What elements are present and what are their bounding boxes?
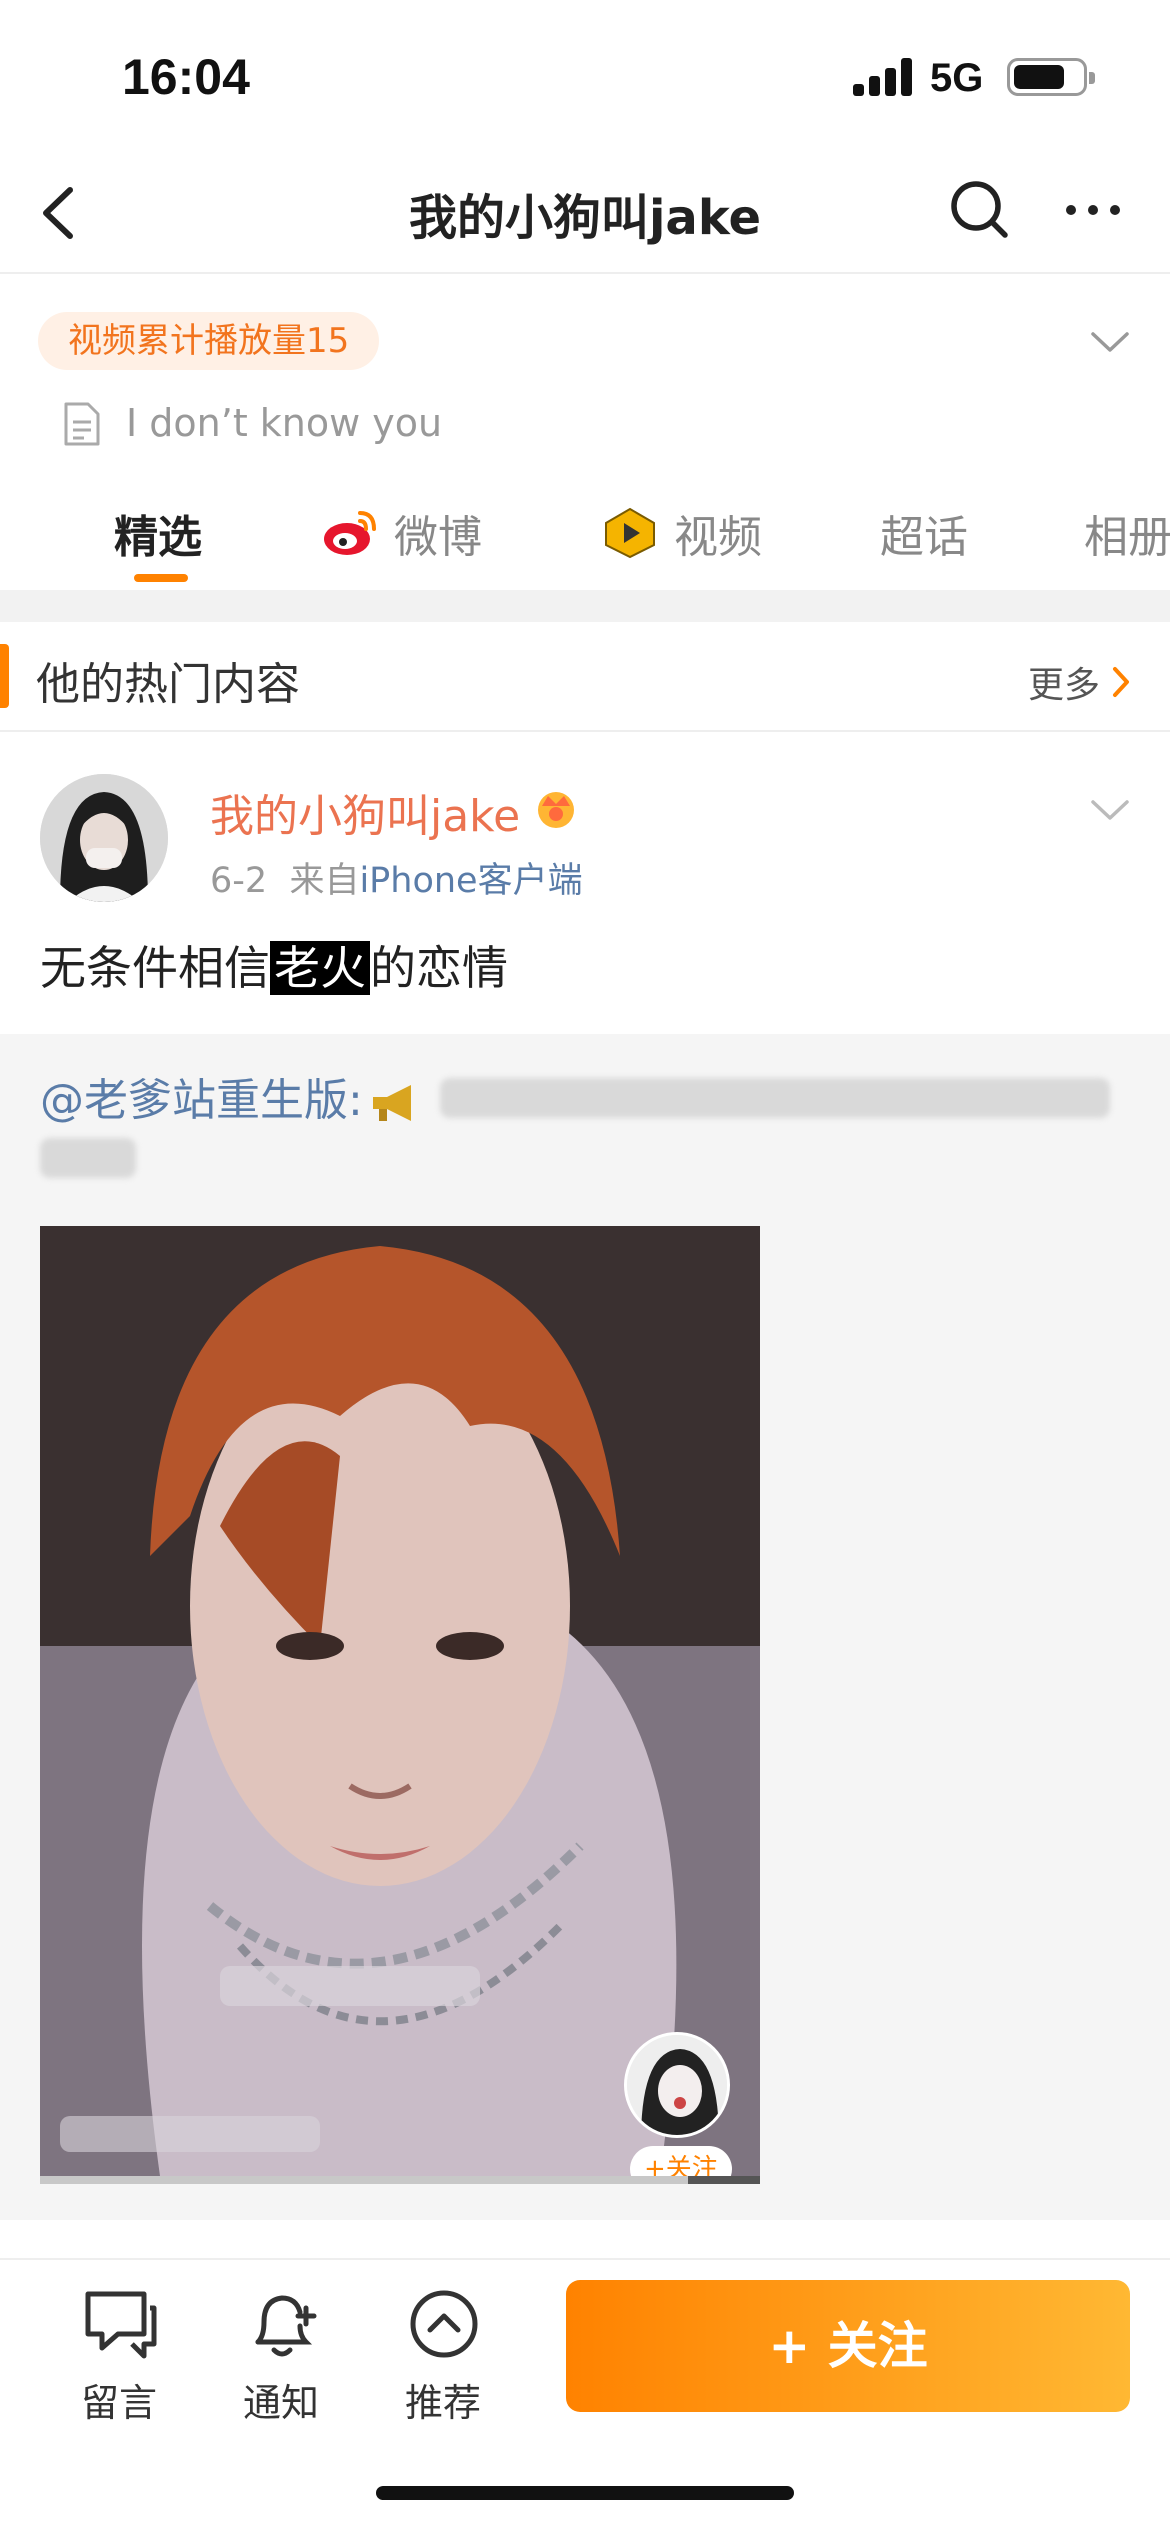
play-count-badge: 视频累计播放量15 bbox=[38, 312, 380, 370]
tab-label: 精选 bbox=[114, 512, 202, 563]
video-follow-chip[interactable]: +关注 bbox=[630, 2146, 732, 2176]
status-time: 16:04 bbox=[122, 49, 250, 105]
search-icon[interactable] bbox=[945, 175, 1015, 245]
chevron-down-icon[interactable] bbox=[1087, 322, 1133, 362]
nav-bar: 我的小狗叫jake bbox=[0, 150, 1170, 274]
follow-button[interactable]: + 关注 bbox=[566, 2280, 1130, 2412]
tab-label: 微博 bbox=[394, 512, 482, 563]
video-progress bbox=[40, 2176, 760, 2184]
tab-label: 超话 bbox=[880, 512, 968, 563]
megaphone-icon bbox=[372, 1085, 411, 1121]
video-thumbnail[interactable]: +关注 bbox=[40, 1226, 760, 2176]
repost-card[interactable]: @老爹站重生版: +关注 bbox=[0, 1034, 1170, 2220]
section-accent bbox=[0, 644, 9, 708]
message-icon bbox=[85, 2291, 157, 2359]
bell-icon bbox=[255, 2295, 317, 2357]
post-text-highlight: 老火 bbox=[270, 941, 370, 995]
recommend-label: 推荐 bbox=[404, 2381, 481, 2425]
tab-weibo[interactable]: 微博 bbox=[320, 498, 482, 568]
more-icon[interactable] bbox=[1058, 175, 1128, 245]
battery-icon bbox=[1007, 58, 1095, 96]
avatar[interactable] bbox=[40, 774, 168, 902]
chevron-up-circle-icon bbox=[410, 2290, 478, 2358]
video-icon bbox=[605, 507, 655, 559]
tab-album[interactable]: 相册 bbox=[1084, 498, 1170, 568]
chevron-right-icon[interactable] bbox=[1110, 664, 1132, 700]
post-source-prefix: 来自 bbox=[289, 861, 360, 901]
tab-label: 视频 bbox=[674, 512, 762, 563]
tab-active-indicator bbox=[134, 574, 188, 582]
tab-video[interactable]: 视频 bbox=[600, 498, 762, 568]
post-source[interactable]: iPhone客户端 bbox=[359, 861, 582, 901]
back-icon[interactable] bbox=[28, 178, 98, 248]
comment-label: 留言 bbox=[80, 2381, 157, 2425]
post-text-after: 的恋情 bbox=[370, 941, 508, 995]
post-meta: 6-2 来自iPhone客户端 bbox=[210, 852, 583, 903]
post-text-before: 无条件相信 bbox=[40, 941, 270, 995]
crown-icon bbox=[538, 792, 574, 828]
comment-button[interactable]: 留言 bbox=[64, 2286, 174, 2426]
recommend-button[interactable]: 推荐 bbox=[388, 2286, 498, 2426]
more-link[interactable]: 更多 bbox=[1028, 656, 1100, 708]
weibo-icon bbox=[324, 511, 376, 555]
hot-content-header: 他的热门内容 更多 bbox=[0, 622, 1170, 732]
home-indicator[interactable] bbox=[376, 2486, 794, 2500]
repost-header: @老爹站重生版: bbox=[40, 1064, 423, 1128]
status-bar: 16:04 5G bbox=[0, 0, 1170, 150]
network-type: 5G bbox=[930, 56, 984, 100]
video-creator-avatar[interactable] bbox=[624, 2032, 730, 2138]
tab-super-topic[interactable]: 超话 bbox=[880, 498, 968, 568]
post-username[interactable]: 我的小狗叫jake bbox=[210, 780, 520, 844]
bio-text: I don’t know you bbox=[126, 401, 443, 445]
blurred-text bbox=[40, 1138, 136, 1178]
repost-author[interactable]: @老爹站重生版: bbox=[40, 1075, 363, 1126]
section-title: 他的热门内容 bbox=[36, 659, 300, 710]
chevron-down-icon[interactable] bbox=[1087, 790, 1133, 830]
document-icon bbox=[64, 402, 100, 446]
profile-tabs: 精选 微博 视频 超话 相册 bbox=[0, 480, 1170, 590]
notify-label: 通知 bbox=[242, 2381, 319, 2425]
post-text: 无条件相信老火的恋情 bbox=[40, 938, 508, 998]
tab-featured[interactable]: 精选 bbox=[114, 498, 202, 568]
post-date: 6-2 bbox=[210, 861, 268, 901]
divider bbox=[0, 590, 1170, 622]
bottom-bar: 留言 通知 推荐 + 关注 bbox=[0, 2258, 1170, 2532]
notify-button[interactable]: 通知 bbox=[226, 2286, 336, 2426]
blurred-text bbox=[440, 1078, 1110, 1118]
signal-icon bbox=[853, 58, 913, 96]
tab-label: 相册 bbox=[1084, 512, 1170, 563]
